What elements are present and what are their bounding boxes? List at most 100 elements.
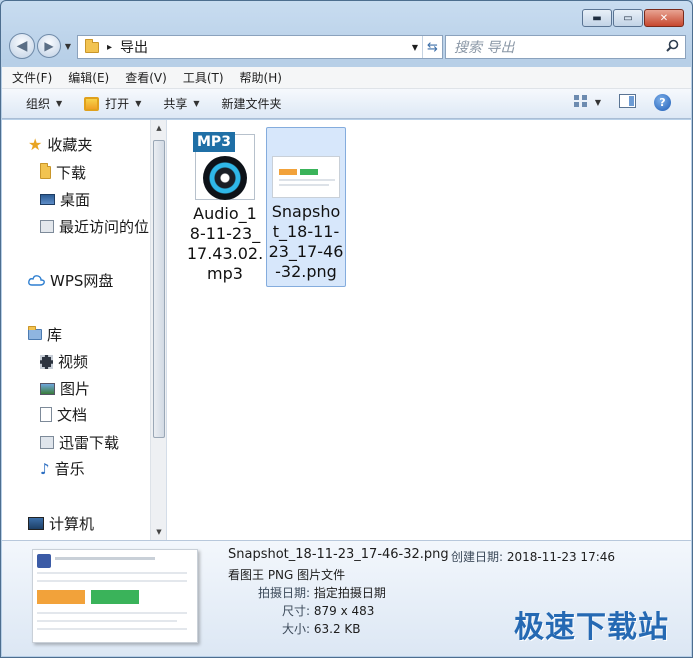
- nav-libraries[interactable]: 库: [28, 324, 62, 345]
- mp3-file-icon: MP3: [191, 130, 259, 202]
- nav-desktop[interactable]: 桌面: [40, 189, 90, 210]
- nav-pictures-label: 图片: [60, 380, 91, 398]
- desktop-icon: [40, 194, 55, 205]
- music-note-icon: ♪: [40, 459, 50, 478]
- nav-wps-label: WPS网盘: [50, 272, 114, 290]
- site-watermark: 极速下载站: [514, 610, 669, 645]
- organize-label: 组织: [26, 97, 51, 111]
- file-name-line: mp3: [207, 264, 243, 283]
- minimize-button[interactable]: ▬: [582, 9, 612, 27]
- view-options-button[interactable]: ▼: [573, 94, 601, 111]
- film-icon: [40, 354, 53, 369]
- created-value: 2018-11-23 17:46: [506, 550, 616, 564]
- menu-view[interactable]: 查看(V): [125, 69, 167, 86]
- forward-arrow-icon: ▶: [44, 39, 54, 53]
- breadcrumb-current-folder[interactable]: 导出: [120, 37, 148, 57]
- menu-tools[interactable]: 工具(T): [183, 69, 224, 86]
- view-grid-icon: [573, 94, 589, 111]
- search-input[interactable]: 搜索 导出: [445, 35, 686, 59]
- nav-videos-label: 视频: [58, 353, 89, 371]
- file-item-snapshot[interactable]: Snapsho t_18-11- 23_17-46 -32.png: [266, 127, 346, 287]
- file-name-line: 23_17-46: [268, 242, 344, 261]
- search-icon[interactable]: [666, 39, 679, 56]
- nav-desktop-label: 桌面: [60, 191, 91, 209]
- scroll-up-icon[interactable]: ▲: [151, 120, 166, 136]
- file-name-line: Snapsho: [271, 202, 341, 221]
- nav-xunlei[interactable]: 迅雷下载: [40, 432, 119, 453]
- nav-wps-drive[interactable]: WPS网盘: [28, 270, 113, 291]
- details-type: 看图王 PNG 图片文件: [228, 568, 346, 582]
- nav-music[interactable]: ♪ 音乐: [40, 458, 85, 479]
- file-name-line: 17.43.02.: [186, 244, 264, 263]
- address-bar[interactable]: ▸ 导出 ▼ ⇆: [77, 35, 443, 59]
- file-name-line: 8-11-23_: [189, 224, 261, 243]
- maximize-button[interactable]: ▭: [613, 9, 643, 27]
- back-arrow-icon: ◀: [16, 38, 28, 54]
- computer-icon: [28, 517, 44, 530]
- share-button[interactable]: 共享 ▼: [163, 95, 199, 112]
- chevron-down-icon: ▼: [594, 98, 601, 107]
- size-value: 63.2 KB: [313, 622, 361, 636]
- open-label: 打开: [105, 97, 130, 111]
- navigation-pane: ★ 收藏夹 下载 桌面 最近访问的位 WPS网盘 库 视频 图片 文档 迅雷下载…: [2, 120, 167, 540]
- file-item-audio[interactable]: MP3 Audio_1 8-11-23_ 17.43.02. mp3: [185, 128, 265, 288]
- open-button[interactable]: 打开 ▼: [84, 95, 141, 112]
- scroll-thumb[interactable]: [153, 140, 165, 438]
- preview-thumbnail: [32, 549, 198, 643]
- details-filename: Snapshot_18-11-23_17-46-32.png: [228, 547, 449, 562]
- dims-value: 879 x 483: [313, 604, 375, 618]
- close-button[interactable]: ✕: [644, 9, 684, 27]
- nav-downloads-label: 下载: [56, 164, 87, 182]
- chevron-down-icon: ▼: [193, 99, 200, 108]
- file-name-line: t_18-11-: [272, 222, 340, 241]
- new-folder-button[interactable]: 新建文件夹: [222, 95, 282, 112]
- folder-icon: [40, 163, 51, 179]
- mp3-badge: MP3: [193, 132, 235, 152]
- address-dropdown-icon[interactable]: ▼: [408, 36, 422, 58]
- file-list: MP3 Audio_1 8-11-23_ 17.43.02. mp3 Snaps…: [167, 120, 691, 540]
- preview-pane-icon[interactable]: [619, 94, 636, 111]
- new-folder-label: 新建文件夹: [221, 97, 282, 111]
- details-pane: Snapshot_18-11-23_17-46-32.png 创建日期: 201…: [2, 540, 691, 656]
- back-button[interactable]: ◀: [9, 33, 35, 59]
- caption-buttons: ▬ ▭ ✕: [582, 9, 684, 27]
- menu-edit[interactable]: 编辑(E): [68, 69, 109, 86]
- dims-label: 尺寸:: [282, 604, 311, 618]
- nav-pictures[interactable]: 图片: [40, 378, 90, 399]
- menu-help[interactable]: 帮助(H): [240, 69, 282, 86]
- star-icon: ★: [28, 135, 43, 154]
- nav-music-label: 音乐: [54, 460, 85, 478]
- file-name-line: -32.png: [275, 262, 337, 281]
- document-icon: [40, 407, 52, 422]
- picture-icon: [40, 382, 55, 395]
- nav-downloads[interactable]: 下载: [40, 162, 86, 183]
- scroll-down-icon[interactable]: ▼: [151, 524, 166, 540]
- nav-computer[interactable]: 计算机: [28, 513, 94, 534]
- image-viewer-icon: [84, 96, 100, 111]
- file-name-line: Audio_1: [193, 204, 257, 223]
- command-bar: 组织 ▼ 打开 ▼ 共享 ▼ 新建文件夹 ▼ ?: [2, 89, 691, 119]
- refresh-icon[interactable]: ⇆: [422, 36, 442, 58]
- address-row: ◀ ▶ ▼ ▸ 导出 ▼ ⇆ 搜索 导出: [9, 33, 686, 61]
- taken-value[interactable]: 指定拍摄日期: [314, 586, 386, 600]
- nav-recent-label: 最近访问的位: [59, 218, 150, 236]
- nav-documents-label: 文档: [57, 406, 88, 424]
- breadcrumb-separator[interactable]: ▸: [107, 42, 112, 53]
- nav-scrollbar[interactable]: ▲ ▼: [150, 120, 166, 540]
- toolbar-right: ▼ ?: [573, 94, 671, 111]
- nav-favorites[interactable]: ★ 收藏夹: [28, 134, 92, 155]
- forward-button[interactable]: ▶: [37, 34, 61, 58]
- details-taken: 拍摄日期: 指定拍摄日期: [258, 584, 386, 601]
- nav-recent[interactable]: 最近访问的位: [40, 216, 149, 237]
- folder-icon: [85, 38, 99, 53]
- recent-pages-dropdown[interactable]: ▼: [61, 39, 75, 53]
- search-placeholder: 搜索 导出: [454, 40, 515, 56]
- library-folder-icon: [28, 326, 42, 340]
- png-thumbnail-icon: [272, 156, 340, 198]
- organize-button[interactable]: 组织 ▼: [26, 95, 62, 112]
- nav-documents[interactable]: 文档: [40, 404, 87, 425]
- created-label: 创建日期:: [451, 550, 504, 564]
- menu-file[interactable]: 文件(F): [12, 69, 52, 86]
- help-icon[interactable]: ?: [654, 94, 671, 111]
- nav-videos[interactable]: 视频: [40, 351, 88, 372]
